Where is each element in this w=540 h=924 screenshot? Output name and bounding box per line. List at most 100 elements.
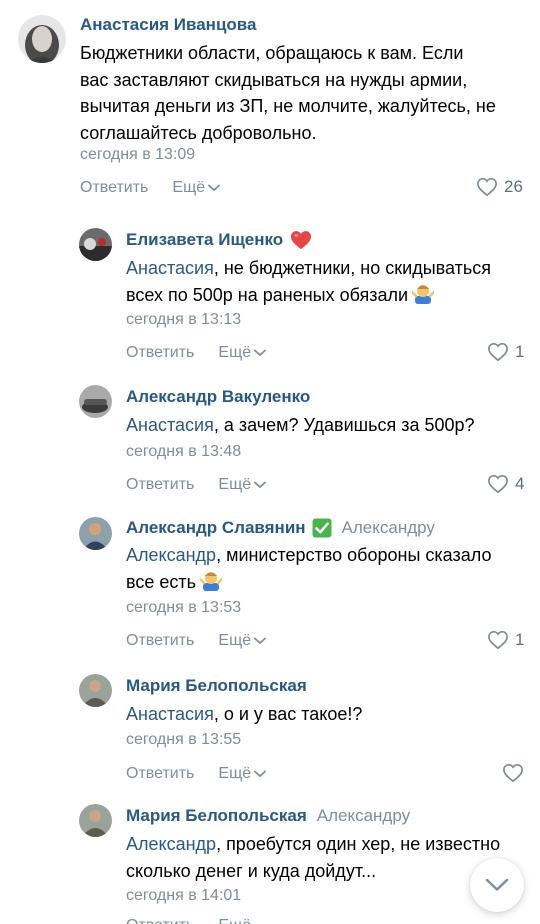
heart-outline-icon	[477, 177, 497, 197]
like-count: 26	[504, 177, 523, 196]
chevron-down-icon	[254, 349, 267, 357]
comment-text: Александр, министерство обороны сказало …	[126, 542, 491, 598]
mention-link[interactable]: Анастасия	[126, 258, 214, 278]
avatar-photo-icon	[79, 674, 112, 707]
comment-text-fragment: , а зачем? Удавишься за 500р?	[213, 415, 475, 435]
more-button[interactable]: Ещё	[218, 764, 267, 784]
timestamp: сегодня в 13:53	[126, 599, 242, 616]
avatar-photo-icon	[79, 385, 112, 418]
reply-to-label[interactable]: Александру	[342, 517, 435, 539]
chevron-down-icon	[208, 184, 221, 192]
more-label: Ещё	[218, 344, 252, 361]
more-label: Ещё	[218, 916, 251, 924]
comment-text-line: Анастасия, а зачем? Удавишься за 500р?	[126, 412, 475, 439]
author-name[interactable]: Мария Белопольская	[126, 805, 307, 827]
comment-actions: Ответить Ещё	[126, 631, 267, 651]
comment-text-line: вычитая деньги из ЗП, не молчите, жалуйт…	[80, 96, 496, 116]
reply-to-label[interactable]: Александру	[317, 805, 410, 827]
comment-text-fragment: , о и у вас такое!?	[213, 704, 363, 724]
more-button[interactable]: Ещё	[218, 916, 251, 924]
avatar[interactable]	[79, 228, 112, 261]
avatar[interactable]	[79, 385, 112, 418]
more-label: Ещё	[218, 632, 252, 649]
mention-link[interactable]: Анастасия	[126, 704, 214, 724]
like-button[interactable]	[502, 763, 524, 783]
comment-text: Анастасия, а зачем? Удавишься за 500р?	[126, 412, 475, 439]
mention-link[interactable]: Александр	[126, 545, 216, 565]
comment-text-line: Александр, министерство обороны сказало	[126, 542, 491, 569]
comment-text-line: Бюджетники области, обращаюсь к вам. Есл…	[80, 43, 464, 63]
author-line: Елизавета Ищенко	[126, 229, 313, 251]
avatar-photo-icon	[18, 15, 66, 63]
avatar[interactable]	[79, 517, 112, 550]
avatar[interactable]	[79, 674, 112, 707]
scroll-down-button[interactable]	[470, 858, 524, 912]
chevron-down-icon	[254, 481, 267, 489]
like-button[interactable]: 26	[476, 177, 523, 197]
timestamp: сегодня в 14:01	[126, 887, 242, 904]
more-label: Ещё	[218, 476, 252, 493]
author-line: Мария Белопольская Александру	[126, 805, 410, 827]
author-name[interactable]: Александр Славянин	[126, 517, 306, 539]
comment-actions: Ответить Ещё	[80, 178, 221, 198]
author-name[interactable]: Мария Белопольская	[126, 675, 307, 697]
comment-text-fragment: , не бюджетники, но скидываться	[213, 258, 491, 278]
more-button[interactable]: Ещё	[218, 475, 267, 495]
comment-text: Анастасия, о и у вас такое!?	[126, 701, 362, 728]
heart-outline-icon	[503, 763, 523, 783]
heart-outline-icon	[488, 474, 508, 494]
chevron-down-icon	[254, 770, 267, 778]
timestamp: сегодня в 13:13	[126, 311, 242, 328]
author-line: Александр Славянин Александру	[126, 517, 435, 539]
heart-outline-icon	[488, 342, 508, 362]
avatar-photo-icon	[79, 228, 112, 261]
like-button[interactable]: 4	[487, 474, 524, 494]
more-label: Ещё	[172, 179, 206, 196]
comment-text-line: все есть	[126, 569, 491, 599]
comment-actions: Ответить Ещё	[126, 916, 251, 924]
reply-button[interactable]: Ответить	[126, 475, 194, 495]
check-mark-badge-icon	[312, 518, 332, 538]
comment-text-line: сколько денег и куда дойдут...	[126, 858, 500, 885]
timestamp: сегодня в 13:55	[126, 731, 242, 748]
comment-actions: Ответить Ещё	[126, 475, 267, 495]
like-button[interactable]: 1	[487, 630, 524, 650]
reply-button[interactable]: Ответить	[80, 178, 148, 198]
comment-text: Бюджетники области, обращаюсь к вам. Есл…	[80, 40, 496, 146]
chevron-down-icon	[254, 637, 267, 645]
comment-text-fragment: все есть	[126, 571, 197, 592]
like-count: 1	[515, 342, 525, 361]
author-name[interactable]: Елизавета Ищенко	[126, 229, 283, 251]
timestamp: сегодня в 13:48	[126, 443, 242, 460]
mention-link[interactable]: Александр	[126, 834, 216, 854]
comment-text-line: Александр, проебутся один хер, не извест…	[126, 831, 500, 858]
man-shrugging-emoji-icon	[410, 282, 436, 312]
author-name[interactable]: Анастасия Иванцова	[80, 14, 256, 36]
author-line: Мария Белопольская	[126, 675, 307, 697]
like-button[interactable]: 1	[487, 342, 524, 362]
author-line: Анастасия Иванцова	[80, 14, 256, 36]
reply-button[interactable]: Ответить	[126, 764, 194, 784]
more-button[interactable]: Ещё	[172, 178, 221, 198]
avatar[interactable]	[79, 804, 112, 837]
avatar[interactable]	[18, 15, 66, 63]
timestamp: сегодня в 13:09	[80, 146, 196, 163]
avatar-photo-icon	[79, 804, 112, 837]
comment-actions: Ответить Ещё	[126, 764, 267, 784]
comment-text: Александр, проебутся один хер, не извест…	[126, 831, 500, 884]
comment-text-line: Анастасия, о и у вас такое!?	[126, 701, 362, 728]
heart-badge-icon	[289, 230, 313, 250]
avatar-photo-icon	[79, 517, 112, 550]
more-button[interactable]: Ещё	[218, 631, 267, 651]
comment-text-fragment: всех по 500р на раненых обязали	[126, 284, 409, 305]
reply-button[interactable]: Ответить	[126, 343, 194, 363]
man-shrugging-emoji-icon	[198, 569, 224, 599]
reply-button[interactable]: Ответить	[126, 631, 194, 651]
comment-text-fragment: , министерство обороны сказало	[216, 545, 492, 565]
like-count: 4	[515, 474, 525, 493]
more-button[interactable]: Ещё	[218, 343, 267, 363]
mention-link[interactable]: Анастасия	[126, 415, 214, 435]
author-name[interactable]: Александр Вакуленко	[126, 386, 310, 408]
comment-text-line: вас заставляют скидываться на нужды арми…	[80, 69, 468, 90]
reply-button[interactable]: Ответить	[126, 916, 194, 924]
